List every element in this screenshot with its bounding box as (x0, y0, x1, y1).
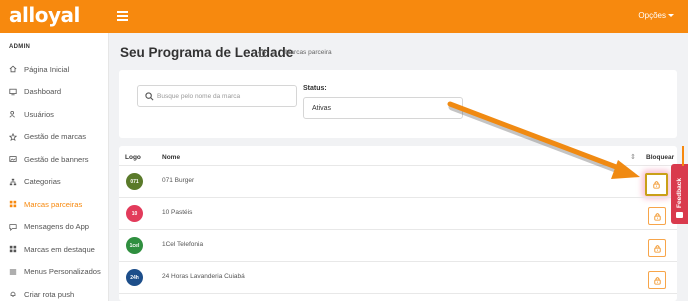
page-title: Seu Programa de Lealdade (120, 45, 294, 60)
sitemap-icon (9, 178, 17, 185)
column-header-name[interactable]: Nome (162, 154, 180, 161)
table-divider (119, 229, 677, 230)
table-divider (119, 197, 677, 198)
brand-logo: 24h (126, 269, 143, 286)
lock-icon (653, 276, 661, 285)
brand-name: 071 Burger (162, 177, 195, 184)
sidebar-item-label: Gestão de banners (24, 154, 89, 164)
sidebar-item[interactable]: Dashboard (9, 86, 61, 98)
feedback-icon (676, 212, 683, 218)
lock-icon (653, 181, 660, 189)
status-select[interactable]: Ativas (303, 97, 463, 119)
sidebar-item[interactable]: Categorias (9, 176, 61, 188)
search-field[interactable] (137, 85, 297, 107)
sidebar-item-label: Marcas em destaque (24, 244, 95, 254)
column-header-logo: Logo (125, 154, 141, 161)
sidebar-item[interactable]: Gestão de banners (9, 153, 89, 165)
sidebar-item-label: Menus Personalizados (24, 267, 101, 276)
brand-logo: 071 (126, 173, 143, 190)
sidebar-item-label: Dashboard (24, 87, 62, 96)
bell-icon (10, 291, 16, 297)
app-logo[interactable]: alloyal (9, 3, 80, 27)
breadcrumb: Marcas parceira (285, 49, 332, 56)
list-icon (9, 269, 17, 274)
table-divider (119, 165, 677, 166)
sidebar-item-label: Página Inicial (24, 64, 70, 74)
search-icon (145, 92, 154, 101)
grid-icon (9, 200, 17, 208)
sidebar-item[interactable]: Gestão de marcas (9, 131, 86, 143)
layout-icon (9, 245, 17, 253)
star-icon (9, 132, 17, 141)
options-menu[interactable]: Opções (638, 11, 674, 20)
table-divider (119, 293, 677, 294)
table-divider (119, 261, 677, 262)
sidebar-item[interactable]: Usuários (9, 108, 54, 120)
sidebar-item-label: Usuários (24, 109, 54, 119)
lock-icon (653, 244, 661, 253)
sidebar-item[interactable]: Página Inicial (9, 63, 69, 75)
users-icon (9, 110, 15, 118)
brand-logo: 1cel (126, 237, 143, 254)
sort-icon[interactable]: ⇕ (630, 153, 636, 161)
feedback-label: Feedback (676, 178, 683, 208)
scrollbar[interactable] (682, 146, 684, 166)
column-header-block: Bloquear (646, 154, 675, 161)
sidebar-item[interactable]: Mensagens do App (9, 221, 89, 233)
sidebar-item[interactable]: Criar rota push (9, 288, 74, 300)
brand-logo: 10 (126, 205, 143, 222)
sidebar-item-label: Categorias (24, 177, 61, 186)
status-label: Status: (303, 85, 327, 92)
sidebar-item-label: Marcas parceiras (24, 199, 83, 209)
menu-toggle-icon[interactable] (117, 11, 128, 21)
breadcrumb-separator: › (273, 48, 276, 57)
home-icon (9, 65, 17, 73)
feedback-tab[interactable]: Feedback (671, 164, 688, 224)
chevron-down-icon (668, 14, 674, 17)
block-brand-button[interactable] (648, 239, 666, 257)
home-icon[interactable] (257, 48, 267, 58)
brand-name: 1Cel Telefonia (162, 241, 204, 248)
options-label: Opções (638, 11, 666, 20)
sidebar-item-label: Mensagens do App (24, 222, 90, 231)
top-bar: alloyal Opções (0, 0, 688, 33)
brand-name: 10 Pastéis (162, 209, 193, 216)
chat-icon (9, 223, 17, 231)
sidebar-item-label: Gestão de marcas (24, 132, 87, 141)
monitor-icon (9, 88, 17, 95)
sidebar-section-title: ADMIN (9, 44, 31, 50)
block-brand-button[interactable] (645, 173, 668, 196)
sidebar-item[interactable]: Menus Personalizados (9, 266, 101, 278)
image-icon (9, 156, 17, 162)
block-brand-button[interactable] (648, 271, 666, 289)
block-brand-button[interactable] (648, 207, 666, 225)
sidebar-item[interactable]: Marcas em destaque (9, 243, 95, 255)
sidebar-item[interactable]: Marcas parceiras (9, 198, 82, 210)
brand-name: 24 Horas Lavanderia Cuiabá (162, 273, 245, 280)
search-input[interactable] (157, 86, 292, 106)
sidebar-item-label: Criar rota push (24, 289, 75, 299)
lock-icon (653, 212, 661, 221)
